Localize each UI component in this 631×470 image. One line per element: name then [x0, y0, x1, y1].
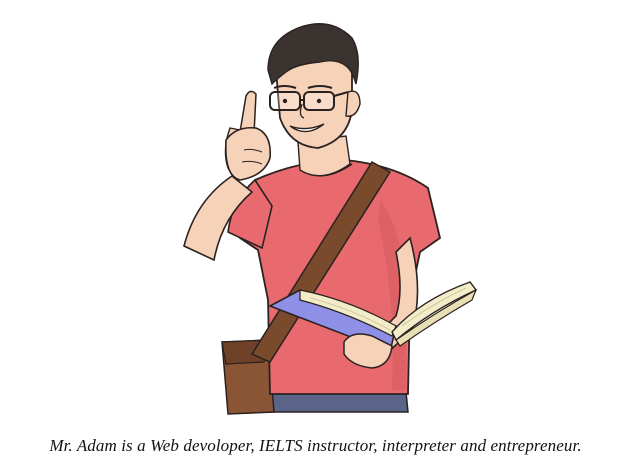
illustration	[0, 0, 631, 430]
figure-caption: Mr. Adam is a Web devoloper, IELTS instr…	[49, 436, 582, 455]
head	[267, 23, 361, 149]
jeans	[267, 391, 409, 413]
